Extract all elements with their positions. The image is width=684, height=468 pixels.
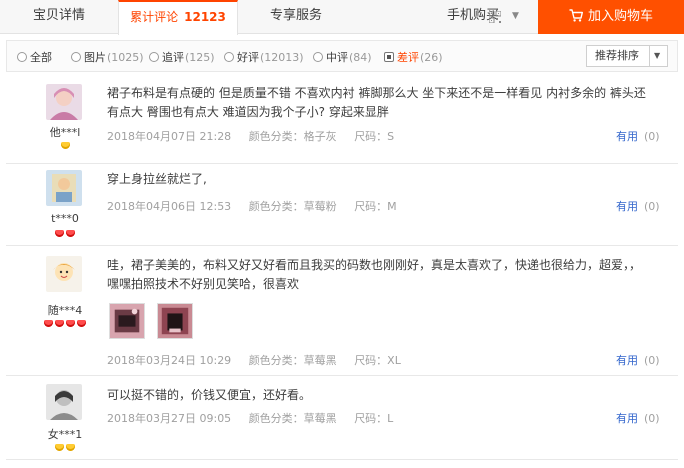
buyer-level-badge: [30, 142, 100, 149]
review-meta: 2018年03月24日 10:29 颜色分类：草莓黑 尺码：XL: [107, 352, 415, 368]
radio-icon: [224, 52, 234, 62]
filter-label: 好评: [237, 51, 259, 64]
review-color: 颜色分类：草莓黑: [248, 354, 337, 367]
filter-count: (26): [420, 51, 443, 64]
review-meta: 2018年04月06日 12:53 颜色分类：草莓粉 尺码：M: [107, 198, 411, 214]
radio-icon: [71, 52, 81, 62]
review-item: 女***1 可以挺不错的，价钱又便宜，还好看。 2018年03月27日 09:0…: [6, 376, 678, 460]
useful-button[interactable]: 有用 (0): [616, 128, 660, 144]
review-filter-bar: 全部 图片(1025) 追评(125) 好评(12013) 中评(84) 差评(…: [6, 40, 678, 72]
radio-icon: [149, 52, 159, 62]
divider: [649, 46, 650, 66]
username: 他***l: [49, 126, 81, 139]
useful-count: (0): [644, 200, 660, 213]
useful-button[interactable]: 有用 (0): [616, 352, 660, 368]
heart-icon: [44, 320, 53, 327]
review-date: 2018年03月24日 10:29: [107, 354, 232, 367]
radio-icon: [17, 52, 27, 62]
review-text: 可以挺不错的，价钱又便宜，还好看。: [107, 388, 312, 402]
heart-icon: [77, 320, 86, 327]
buyer-level-badge: [30, 320, 100, 327]
diamond-icon: [60, 142, 70, 149]
radio-icon: [313, 52, 323, 62]
filter-count: (125): [185, 51, 215, 64]
username: 女***1: [47, 428, 83, 441]
buyer-level-badge: [30, 230, 100, 237]
filter-neutral[interactable]: 中评(84): [313, 49, 372, 65]
tab-item-detail[interactable]: 宝贝详情: [0, 0, 118, 34]
review-item: 随***4 哇，裙子美美的，布料又好又好看而且我买的码数也刚刚好，真是太喜欢了，…: [6, 246, 678, 376]
filter-label: 追评: [162, 51, 184, 64]
caret-down-icon: ▼: [654, 51, 661, 60]
avatar[interactable]: [46, 84, 82, 120]
filter-count: (84): [349, 51, 372, 64]
add-to-cart-label: 加入购物车: [587, 9, 653, 24]
useful-button[interactable]: 有用 (0): [616, 410, 660, 426]
review-text: 哇，裙子美美的，布料又好又好看而且我买的码数也刚刚好，真是太喜欢了，快递也很给力…: [107, 258, 642, 291]
review-size: 尺码：XL: [354, 354, 401, 367]
heart-icon: [66, 230, 75, 237]
buyer-level-badge: [30, 444, 100, 451]
avatar[interactable]: [46, 170, 82, 206]
cart-icon: [569, 9, 583, 22]
filter-count: (12013): [260, 51, 304, 64]
useful-count: (0): [644, 130, 660, 143]
tab-service[interactable]: 专享服务: [238, 0, 354, 34]
sort-dropdown[interactable]: 推荐排序 ▼: [586, 45, 668, 67]
useful-count: (0): [644, 412, 660, 425]
review-photo-thumbnail[interactable]: [109, 303, 145, 339]
useful-count: (0): [644, 354, 660, 367]
tab-reviews-label: 累计评论: [130, 10, 179, 24]
review-date: 2018年03月27日 09:05: [107, 412, 232, 425]
detail-tab-bar: 宝贝详情 累计评论 12123 专享服务 手机购买 ▼ 加入购物车: [0, 0, 684, 35]
review-meta: 2018年03月27日 09:05 颜色分类：草莓黑 尺码：L: [107, 410, 407, 426]
review-color: 颜色分类：草莓黑: [248, 412, 337, 425]
chevron-down-icon[interactable]: ▼: [512, 11, 519, 21]
username: t***0: [51, 212, 79, 225]
filter-count: (1025): [107, 51, 144, 64]
filter-label: 图片: [84, 51, 106, 64]
useful-button[interactable]: 有用 (0): [616, 198, 660, 214]
diamond-icon: [55, 444, 64, 451]
checkbox-checked-icon: [384, 52, 394, 62]
review-text: 裙子布料是有点硬的 但是质量不错 不喜欢内衬 裤脚那么大 坐下来还不是一样看见 …: [107, 86, 646, 119]
review-size: 尺码：L: [354, 412, 394, 425]
review-date: 2018年04月06日 12:53: [107, 200, 232, 213]
username: 随***4: [47, 304, 83, 317]
review-meta: 2018年04月07日 21:28 颜色分类：格子灰 尺码：S: [107, 128, 408, 144]
filter-photos[interactable]: 图片(1025): [71, 49, 144, 65]
review-item: t***0 穿上身拉丝就烂了, 2018年04月06日 12:53 颜色分类：草…: [6, 164, 678, 246]
review-item: 他***l 裙子布料是有点硬的 但是质量不错 不喜欢内衬 裤脚那么大 坐下来还不…: [6, 80, 678, 164]
heart-icon: [55, 230, 64, 237]
tab-mobile-buy[interactable]: 手机购买: [420, 0, 526, 34]
useful-label: 有用: [616, 200, 638, 213]
useful-label: 有用: [616, 354, 638, 367]
heart-icon: [55, 320, 64, 327]
reviews-count: 12123: [184, 10, 226, 24]
review-size: 尺码：M: [354, 200, 397, 213]
heart-icon: [66, 320, 75, 327]
diamond-icon: [66, 444, 75, 451]
qr-code-icon[interactable]: [489, 11, 501, 23]
filter-label: 中评: [326, 51, 348, 64]
sort-label: 推荐排序: [595, 49, 639, 62]
review-color: 颜色分类：草莓粉: [248, 200, 337, 213]
review-text: 穿上身拉丝就烂了,: [107, 172, 207, 186]
filter-label: 差评: [397, 51, 419, 64]
filter-positive[interactable]: 好评(12013): [224, 49, 304, 65]
filter-followup[interactable]: 追评(125): [149, 49, 215, 65]
filter-all[interactable]: 全部: [17, 49, 52, 65]
avatar[interactable]: [46, 256, 82, 292]
review-color: 颜色分类：格子灰: [248, 130, 337, 143]
useful-label: 有用: [616, 412, 638, 425]
avatar[interactable]: [46, 384, 82, 420]
review-size: 尺码：S: [354, 130, 395, 143]
review-date: 2018年04月07日 21:28: [107, 130, 232, 143]
review-photo-thumbnail[interactable]: [157, 303, 193, 339]
filter-negative[interactable]: 差评(26): [384, 49, 443, 65]
tab-reviews[interactable]: 累计评论 12123: [118, 0, 238, 35]
filter-label: 全部: [30, 51, 52, 64]
useful-label: 有用: [616, 130, 638, 143]
add-to-cart-button[interactable]: 加入购物车: [538, 0, 684, 34]
